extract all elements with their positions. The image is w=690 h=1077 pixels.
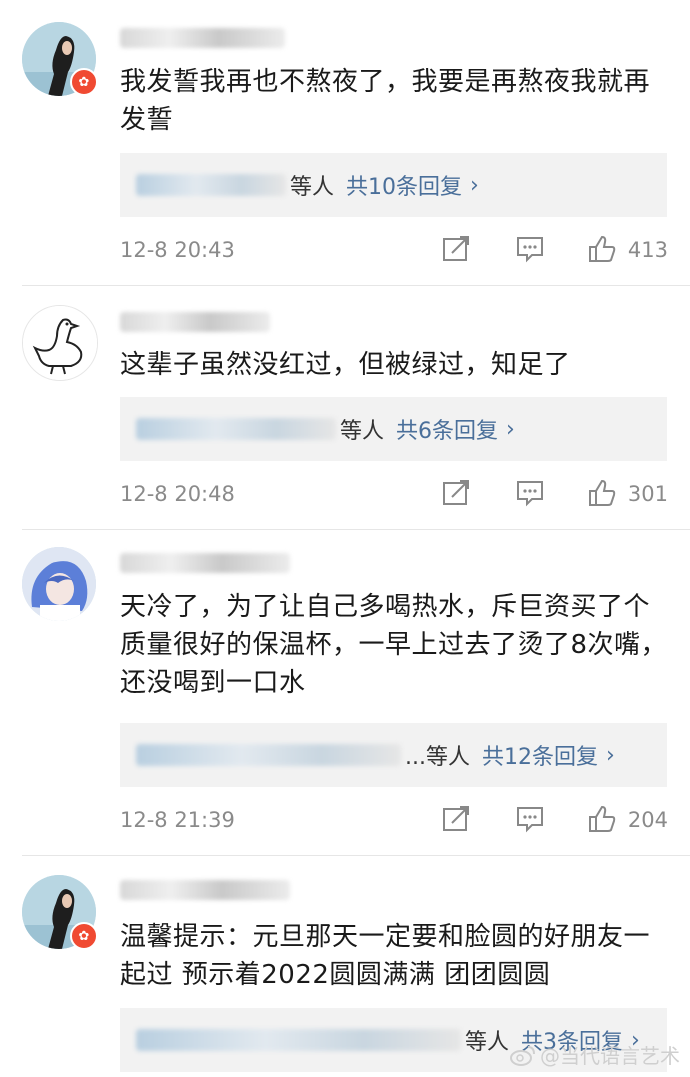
replies-count-link[interactable]: 共12条回复 [482, 739, 598, 771]
like-icon[interactable] [587, 804, 617, 834]
comment-text: 这辈子虽然没红过，但被绿过，知足了 [120, 350, 571, 380]
verified-badge-icon: ✿ [70, 68, 98, 96]
comment-meta: 12-8 20:48 301 [0, 476, 690, 516]
goose-icon [23, 306, 97, 380]
chevron-right-icon: › [605, 742, 615, 768]
replies-count-link[interactable]: 共6条回复 [396, 413, 498, 445]
replies-suffix: 等人 [465, 1030, 510, 1055]
reply-names-blurred [136, 174, 286, 196]
replies-suffix: 等人 [290, 175, 335, 200]
watermark: @当代语言艺术 [510, 1040, 680, 1069]
like-count: 204 [627, 808, 668, 832]
replies-preview[interactable]: 等人 共10条回复 › [120, 153, 667, 217]
chevron-right-icon: › [470, 172, 479, 198]
share-icon[interactable] [441, 804, 471, 834]
divider [22, 285, 690, 286]
reply-names-blurred [136, 418, 336, 440]
username-blurred[interactable] [120, 553, 290, 573]
timestamp: 12-8 20:48 [120, 482, 235, 506]
comment-icon[interactable] [515, 478, 545, 508]
like-count: 301 [627, 482, 668, 506]
username-blurred[interactable] [120, 28, 285, 48]
comment-icon[interactable] [515, 234, 545, 264]
comment-text: 天冷了，为了让自己多喝热水，斥巨资买了个质量很好的保温杯，一早上过去了烫了8次嘴… [120, 592, 668, 698]
replies-suffix: ...等人 [405, 745, 470, 770]
share-icon[interactable] [441, 234, 471, 264]
timestamp: 12-8 20:43 [120, 238, 235, 262]
username-blurred[interactable] [120, 312, 270, 332]
comment-meta: 12-8 20:43 413 [0, 232, 690, 272]
anime-girl-icon [22, 547, 96, 621]
reply-names-blurred [136, 744, 401, 766]
divider [22, 529, 690, 530]
replies-preview[interactable]: ...等人 共12条回复 › [120, 723, 667, 787]
comment-text: 我发誓我再也不熬夜了，我要是再熬夜我就再发誓 [120, 67, 651, 135]
divider [22, 855, 690, 856]
verified-badge-icon: ✿ [70, 922, 98, 950]
comment-text: 温馨提示：元旦那天一定要和脸圆的好朋友一起过 预示着2022圆圆满满 团团圆圆 [120, 922, 651, 990]
replies-suffix: 等人 [340, 419, 385, 444]
avatar[interactable] [22, 305, 98, 381]
comment-icon[interactable] [515, 804, 545, 834]
comment-meta: 12-8 21:39 204 [0, 802, 690, 842]
like-icon[interactable] [587, 478, 617, 508]
share-icon[interactable] [441, 478, 471, 508]
avatar[interactable] [22, 547, 96, 621]
chevron-right-icon: › [506, 416, 515, 442]
username-blurred[interactable] [120, 880, 290, 900]
watermark-text: @当代语言艺术 [540, 1044, 680, 1068]
replies-count-link[interactable]: 共10条回复 [346, 169, 462, 201]
weibo-logo-icon [510, 1045, 535, 1066]
like-icon[interactable] [587, 234, 617, 264]
timestamp: 12-8 21:39 [120, 808, 235, 832]
like-count: 413 [627, 238, 668, 262]
reply-names-blurred [136, 1029, 461, 1051]
replies-preview[interactable]: 等人 共6条回复 › [120, 397, 667, 461]
